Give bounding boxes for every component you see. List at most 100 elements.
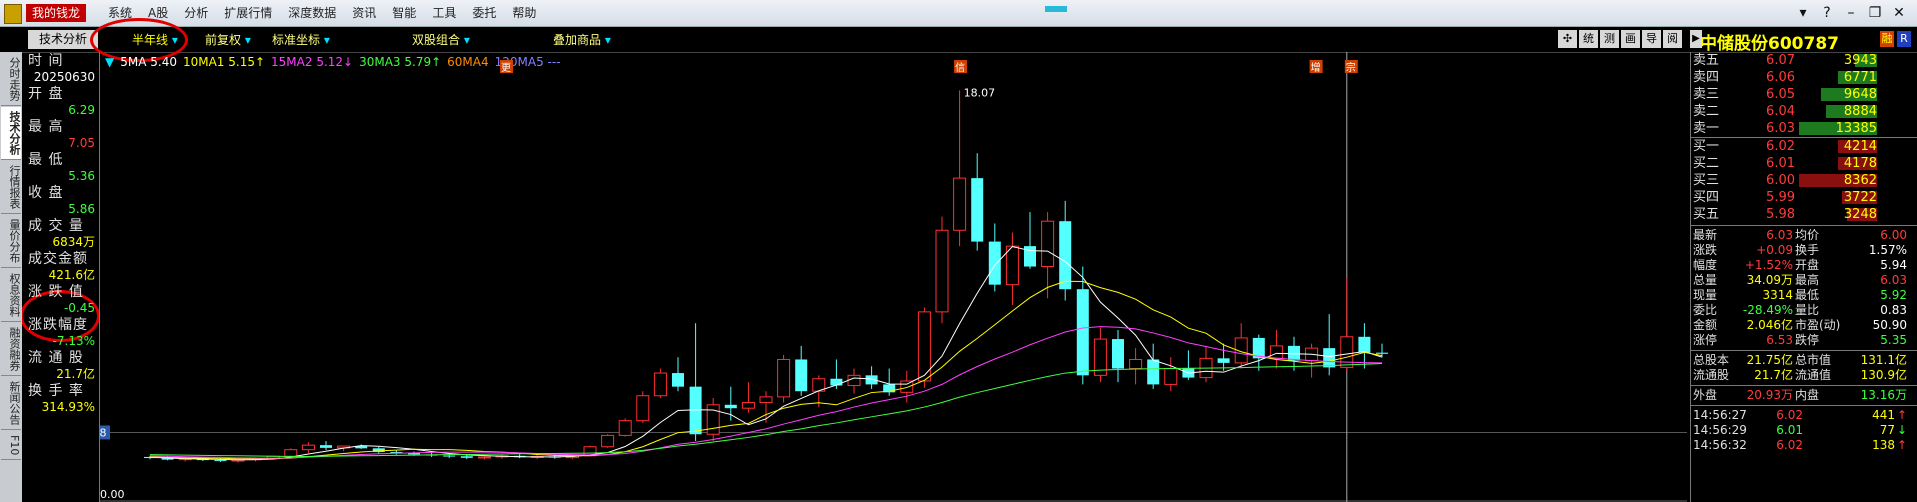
restore-icon[interactable]: ❐ [1863,3,1887,23]
bottom-left-value: 0.00 [100,488,125,501]
menu-item-7[interactable]: 工具 [424,3,464,23]
menu-item-5[interactable]: 资讯 [344,3,384,23]
order-level-label: 买二 [1693,156,1720,171]
quote-row: 幅度 +1.52% 开盘 5.94 [1691,258,1917,273]
quote-value: 5.92 [1880,288,1907,302]
divider [1691,385,1917,386]
tick-volume: 138 [1872,438,1895,452]
candle-body [847,374,861,387]
order-price: 6.04 [1766,104,1795,119]
tool-export-button[interactable]: 导 [1642,30,1661,48]
order-price: 5.99 [1766,190,1795,205]
info-label: 涨跌幅度 [28,317,88,333]
info-label: 换 手 率 [28,383,84,399]
order-volume: 9648 [1843,87,1877,102]
help-icon[interactable]: ? [1815,3,1839,23]
chevron-down-icon: ▾ [604,33,611,47]
order-book-row[interactable]: 卖五 6.07 3943 [1691,52,1917,69]
tool-measure-button[interactable]: 测 [1600,30,1619,48]
info-label: 成 交 量 [28,218,84,234]
sidebar-item-5[interactable]: 融资融券 [1,323,21,376]
menu-item-2[interactable]: 分析 [176,3,216,23]
sidebar-item-1[interactable]: 技术分析 [1,107,21,160]
minimize-icon[interactable]: – [1839,3,1863,23]
close-icon[interactable]: ✕ [1887,3,1911,23]
order-book-row[interactable]: 买二 6.01 4178 [1691,155,1917,172]
order-book-row[interactable]: 卖一 6.03 13385 [1691,120,1917,137]
tick-price: 6.02 [1776,438,1803,452]
order-book-row[interactable]: 卖三 6.05 9648 [1691,86,1917,103]
tick-price: 6.01 [1776,423,1803,437]
sidebar-item-4[interactable]: 权息资料 [1,269,21,322]
fq-selector[interactable]: 前复权 ▾ [205,31,251,48]
title-bar: 我的钱龙 系统 A股 分析 扩展行情 深度数据 资讯 智能 工具 委托 帮助 ▾ ? – ❐ ✕ [0,0,1917,27]
candle-body [1358,336,1371,353]
order-book-row[interactable]: 买五 5.98 3248 [1691,206,1917,223]
r-badge-icon[interactable]: R [1897,31,1911,47]
quote-value: 5.94 [1880,258,1907,272]
candle-body [1041,220,1055,268]
coordinate-selector[interactable]: 标准坐标 ▾ [272,31,330,48]
quote-label: 市盈(动) [1795,318,1841,332]
order-book-row[interactable]: 买一 6.02 4214 [1691,137,1917,155]
menu-item-4[interactable]: 深度数据 [280,3,344,23]
order-book-row[interactable]: 卖二 6.04 8884 [1691,103,1917,120]
menu-item-6[interactable]: 智能 [384,3,424,23]
quote-value: +0.09 [1756,243,1793,257]
quote-value: 6.03 [1880,273,1907,287]
app-title[interactable]: 我的钱龙 [26,4,87,22]
crosshair-icon[interactable]: ✣ [1558,30,1577,48]
sidebar-item-3[interactable]: 量价分布 [1,215,21,268]
sidebar-item-2[interactable]: 行情报表 [1,161,21,214]
candle-body [1164,368,1178,385]
order-level-label: 卖五 [1693,53,1720,68]
menu-item-9[interactable]: 帮助 [504,3,544,23]
menu-item-8[interactable]: 委托 [464,3,504,23]
quote-value: 3314 [1762,288,1793,302]
inout-row: 外盘 20.93万 内盘 13.16万 [1691,388,1917,403]
overlay-selector[interactable]: 叠加商品 ▾ [553,31,611,48]
order-book: 卖五 6.07 3943 卖四 6.06 6771 卖三 6.05 9648 卖二 6.04 8884… [1691,52,1917,223]
menu-item-3[interactable]: 扩展行情 [216,3,280,23]
order-volume: 3248 [1843,207,1877,222]
candle-body [1340,336,1354,368]
candle-body [741,402,755,409]
app-logo-icon [4,4,22,24]
dropdown-icon[interactable]: ▾ [1791,3,1815,23]
order-level-label: 买五 [1693,207,1720,222]
tick-volume: 441 [1872,408,1895,422]
order-book-row[interactable]: 卖四 6.06 6771 [1691,69,1917,86]
quote-value: +1.52% [1744,258,1793,272]
tool-draw-button[interactable]: 画 [1621,30,1640,48]
info-value: 5.36 [68,169,95,183]
divider [1691,350,1917,351]
quote-fields: 最新 6.03 均价 6.00 涨跌 +0.09 换手 1.57% 幅度 +1.52% 开盘 5.94… [1691,228,1917,348]
info-label: 成交金额 [28,251,88,267]
candle-body [1076,289,1089,376]
quote-value: 2.046亿 [1746,318,1793,332]
stock-badge-icon[interactable]: 融 [1880,31,1894,47]
order-price: 6.05 [1766,87,1795,102]
sidebar-item-6[interactable]: 新闻公告 [1,377,21,430]
sidebar-item-7[interactable]: F10 [1,431,21,461]
candle-body [689,386,702,435]
tick-list: 14:56:27 6.02 441 ↑ 14:56:29 6.01 77 ↓ 14:56:32 6… [1691,408,1917,453]
tool-read-button[interactable]: 阅 [1663,30,1682,48]
quote-label: 换手 [1795,243,1820,257]
chart-tools: ✣ 统 测 画 导 阅 [1558,30,1684,48]
order-book-row[interactable]: 买三 6.00 8362 [1691,172,1917,189]
sidebar-item-0[interactable]: 分时走势 [1,53,21,106]
quote-label: 涨跌 [1693,243,1718,257]
window-controls: ▾ ? – ❐ ✕ [1791,3,1911,23]
candle-body [601,434,615,448]
toolbar-grip[interactable] [1045,6,1067,12]
dual-stock-selector[interactable]: 双股组合 ▾ [412,31,470,48]
order-book-row[interactable]: 买四 5.99 3722 [1691,189,1917,206]
quote-value: 6.53 [1766,333,1793,347]
tool-stat-button[interactable]: 统 [1579,30,1598,48]
candlestick-chart[interactable]: 18.07 2.98 更 信 增 宗 0.00 [100,52,1687,502]
capital-value: 131.1亿 [1860,353,1907,367]
candle-body [953,177,967,231]
quote-label: 现量 [1693,288,1718,302]
tab-technical-analysis[interactable]: 技术分析 [28,30,98,49]
